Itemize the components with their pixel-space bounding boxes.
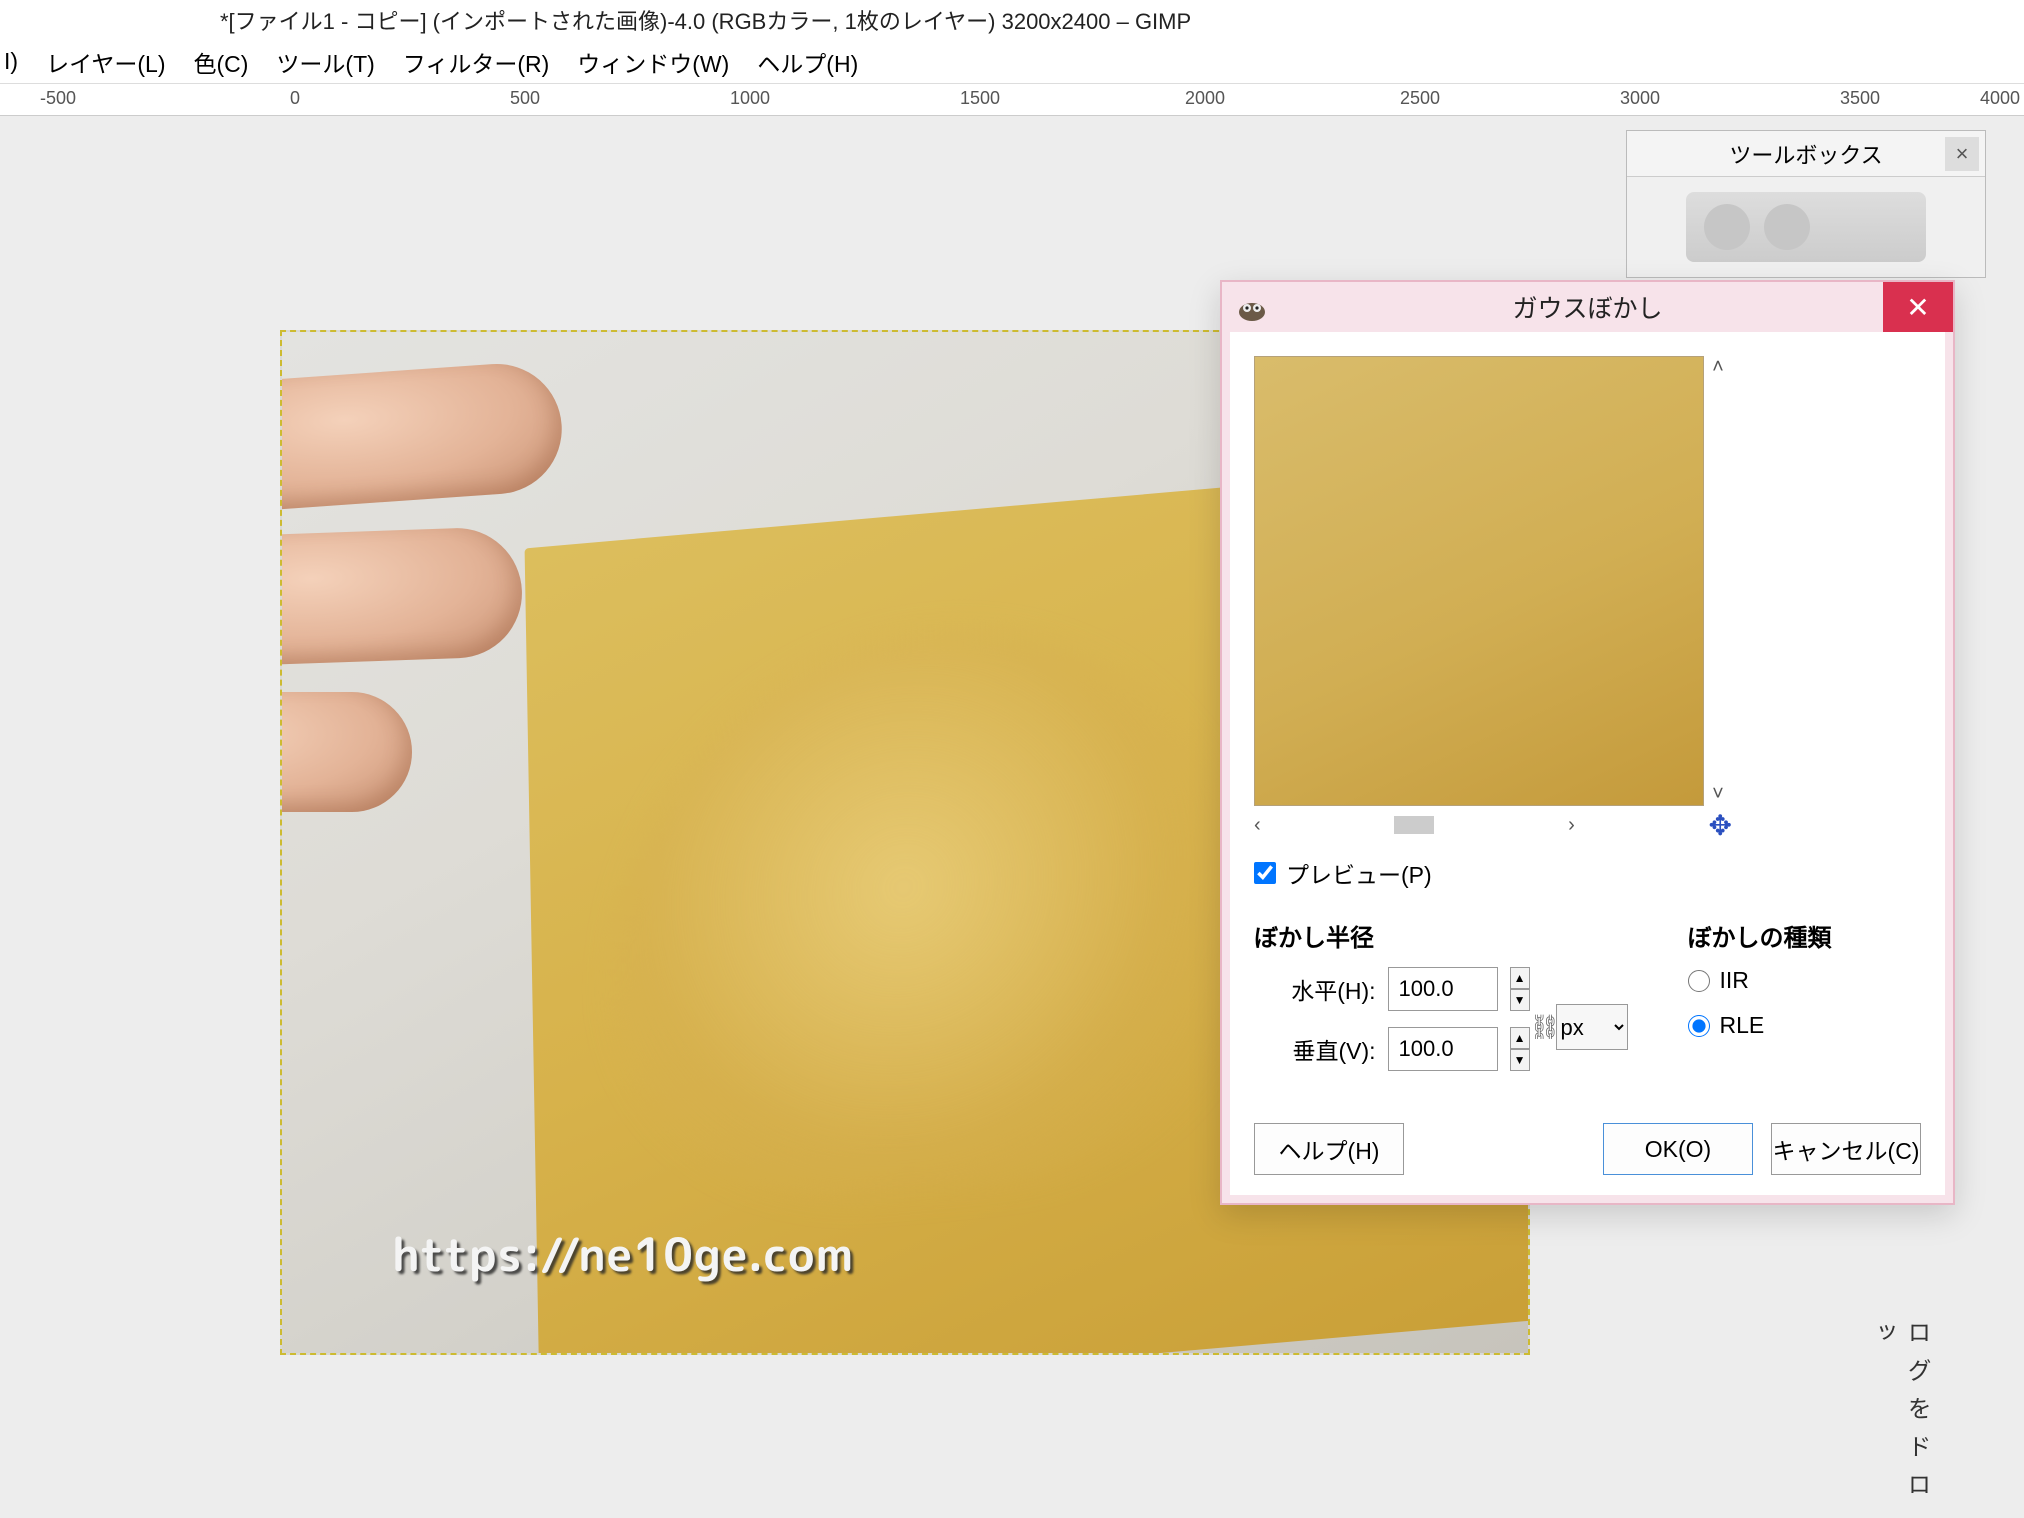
preview-move-icon[interactable]: ✥ [1709, 809, 1732, 842]
toolbox-close-button[interactable]: × [1945, 137, 1979, 171]
menu-help[interactable]: ヘルプ(H) [757, 45, 858, 79]
ruler-tick: 3000 [1620, 88, 1660, 109]
help-button[interactable]: ヘルプ(H) [1254, 1123, 1404, 1175]
menu-bar: I) レイヤー(L) 色(C) ツール(T) フィルター(R) ウィンドウ(W)… [0, 40, 2024, 84]
blur-type-iir-label: IIR [1720, 967, 1749, 994]
preview-scrollbar-vertical[interactable]: ˄ ˅ [1704, 356, 1732, 806]
preview-checkbox-row[interactable]: プレビュー(P) [1254, 856, 1921, 890]
scroll-down-icon[interactable]: ˅ [1712, 783, 1724, 806]
scroll-thumb[interactable] [1394, 816, 1434, 834]
ruler-tick: 4000 [1980, 88, 2020, 109]
dialog-close-button[interactable]: ✕ [1883, 282, 1953, 332]
ruler-tick: 2500 [1400, 88, 1440, 109]
menu-color[interactable]: 色(C) [193, 45, 248, 79]
horizontal-value-input[interactable] [1388, 967, 1498, 1011]
dialog-body: ˄ ˅ ‹ › ✥ プレビュー(P) ぼかし半径 水平(H): [1230, 332, 1945, 1195]
cancel-button[interactable]: キャンセル(C) [1771, 1123, 1921, 1175]
spin-down-icon[interactable]: ▼ [1510, 1049, 1530, 1071]
toolbox-title: ツールボックス [1729, 138, 1882, 170]
ok-button[interactable]: OK(O) [1603, 1123, 1753, 1175]
spin-up-icon[interactable]: ▲ [1510, 1027, 1530, 1049]
blur-type-iir-row[interactable]: IIR [1688, 967, 1921, 994]
blur-type-rle-radio[interactable] [1688, 1015, 1710, 1037]
chain-link-icon[interactable]: ⛓ [1530, 1013, 1556, 1042]
window-title-bar: *[ファイル1 - コピー] (インポートされた画像)-4.0 (RGBカラー,… [0, 0, 2024, 40]
ruler-tick: 1000 [730, 88, 770, 109]
toolbox-tool-icons[interactable] [1627, 177, 1985, 277]
blur-type-rle-row[interactable]: RLE [1688, 1012, 1921, 1039]
ruler-tick: 1500 [960, 88, 1000, 109]
horizontal-label: 水平(H): [1291, 972, 1375, 1006]
blur-preview-image[interactable] [1254, 356, 1704, 806]
blur-type-rle-label: RLE [1720, 1012, 1765, 1039]
preview-checkbox[interactable] [1254, 862, 1276, 884]
horizontal-ruler: -500 0 500 1000 1500 2000 2500 3000 3500… [0, 84, 2024, 116]
watermark-text: https://ne10ge.com [392, 1220, 854, 1288]
toolbox-panel: ツールボックス × [1626, 130, 1986, 278]
vertical-label: 垂直(V): [1292, 1032, 1375, 1066]
scroll-left-icon[interactable]: ‹ [1254, 814, 1261, 837]
ruler-tick: 500 [510, 88, 540, 109]
toolbox-tools-placeholder [1686, 192, 1926, 262]
ruler-tick: 3500 [1840, 88, 1880, 109]
horizontal-spin-buttons[interactable]: ▲ ▼ [1510, 967, 1530, 1011]
ruler-tick: -500 [40, 88, 76, 109]
window-title: *[ファイル1 - コピー] (インポートされた画像)-4.0 (RGBカラー,… [220, 4, 1191, 36]
dialog-title: ガウスぼかし [1512, 289, 1662, 325]
spin-up-icon[interactable]: ▲ [1510, 967, 1530, 989]
menu-image[interactable]: I) [4, 48, 18, 75]
menu-filters[interactable]: フィルター(R) [403, 45, 549, 79]
blur-type-iir-radio[interactable] [1688, 970, 1710, 992]
gaussian-blur-dialog: ガウスぼかし ✕ ˄ ˅ ‹ › ✥ プレビュー(P) ぼかし半径 [1220, 280, 1955, 1205]
ruler-tick: 0 [290, 88, 300, 109]
preview-scrollbar-horizontal[interactable]: ‹ › ✥ [1254, 810, 1732, 840]
menu-layer[interactable]: レイヤー(L) [46, 45, 165, 79]
spin-down-icon[interactable]: ▼ [1510, 989, 1530, 1011]
blur-radius-title: ぼかし半径 [1254, 918, 1628, 953]
scroll-up-icon[interactable]: ˄ [1712, 356, 1724, 379]
unit-select[interactable]: px [1556, 1004, 1628, 1050]
panel-tail-text: ログをドロッ [1862, 1320, 1934, 1518]
vertical-spin-buttons[interactable]: ▲ ▼ [1510, 1027, 1530, 1071]
scroll-right-icon[interactable]: › [1568, 814, 1575, 837]
menu-windows[interactable]: ウィンドウ(W) [577, 45, 729, 79]
menu-tools[interactable]: ツール(T) [276, 45, 374, 79]
gimp-app-icon [1234, 290, 1270, 326]
ruler-tick: 2000 [1185, 88, 1225, 109]
dialog-titlebar[interactable]: ガウスぼかし ✕ [1222, 282, 1953, 332]
toolbox-header: ツールボックス × [1627, 131, 1985, 177]
preview-checkbox-label: プレビュー(P) [1286, 856, 1432, 890]
blur-type-title: ぼかしの種類 [1688, 918, 1921, 953]
vertical-value-input[interactable] [1388, 1027, 1498, 1071]
